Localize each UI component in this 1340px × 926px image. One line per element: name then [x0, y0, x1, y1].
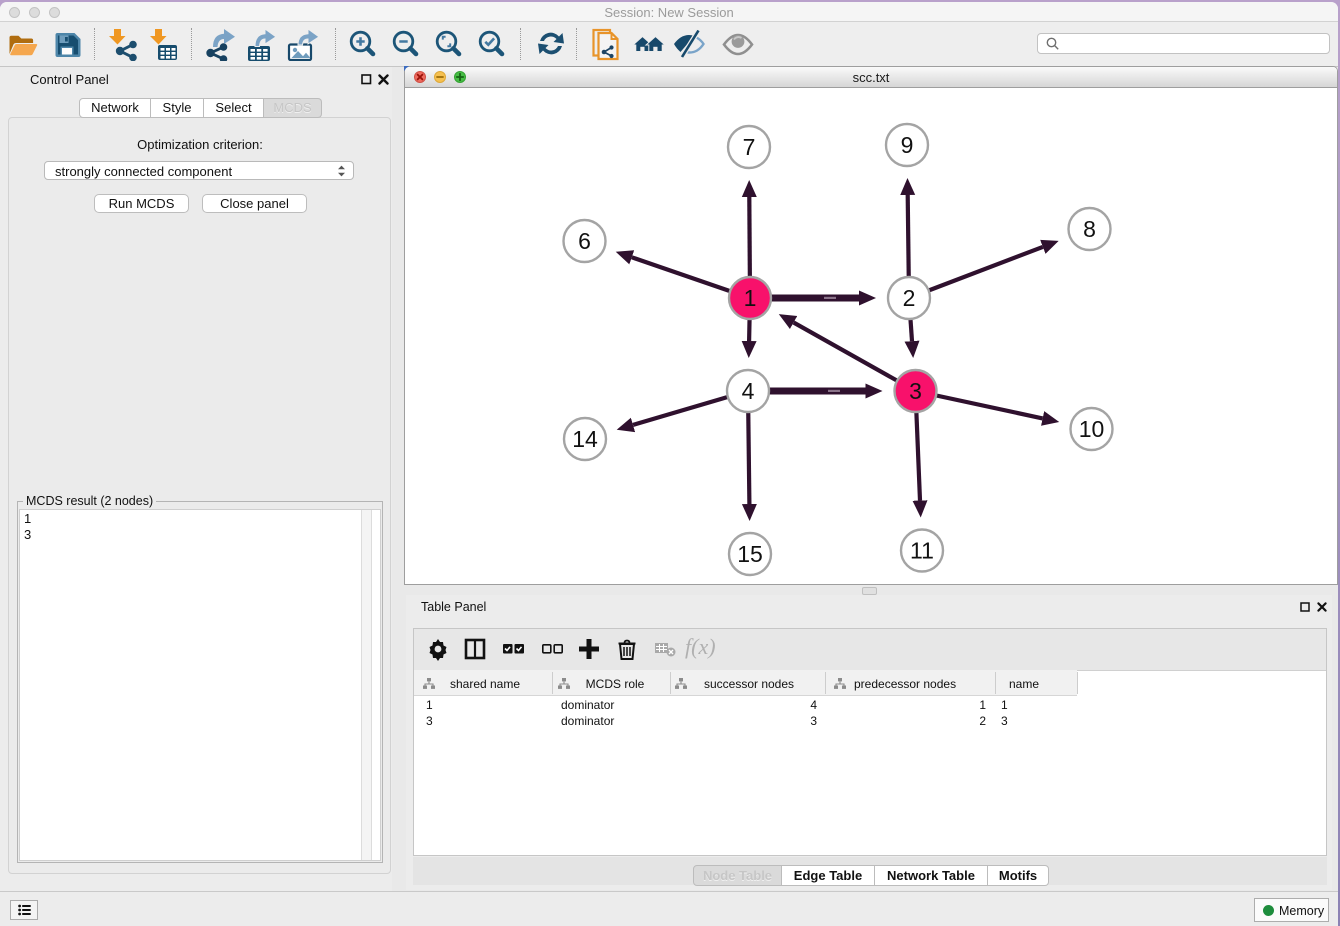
svg-text:3: 3: [909, 378, 922, 404]
svg-text:14: 14: [572, 426, 598, 452]
svg-text:7: 7: [743, 134, 756, 160]
svg-text:4: 4: [742, 378, 755, 404]
svg-text:8: 8: [1083, 216, 1096, 242]
svg-text:15: 15: [737, 541, 763, 567]
svg-text:11: 11: [910, 538, 934, 564]
svg-text:6: 6: [578, 228, 591, 254]
svg-text:2: 2: [903, 285, 916, 311]
svg-text:10: 10: [1079, 416, 1105, 442]
svg-text:9: 9: [901, 132, 914, 158]
svg-text:1: 1: [744, 285, 757, 311]
